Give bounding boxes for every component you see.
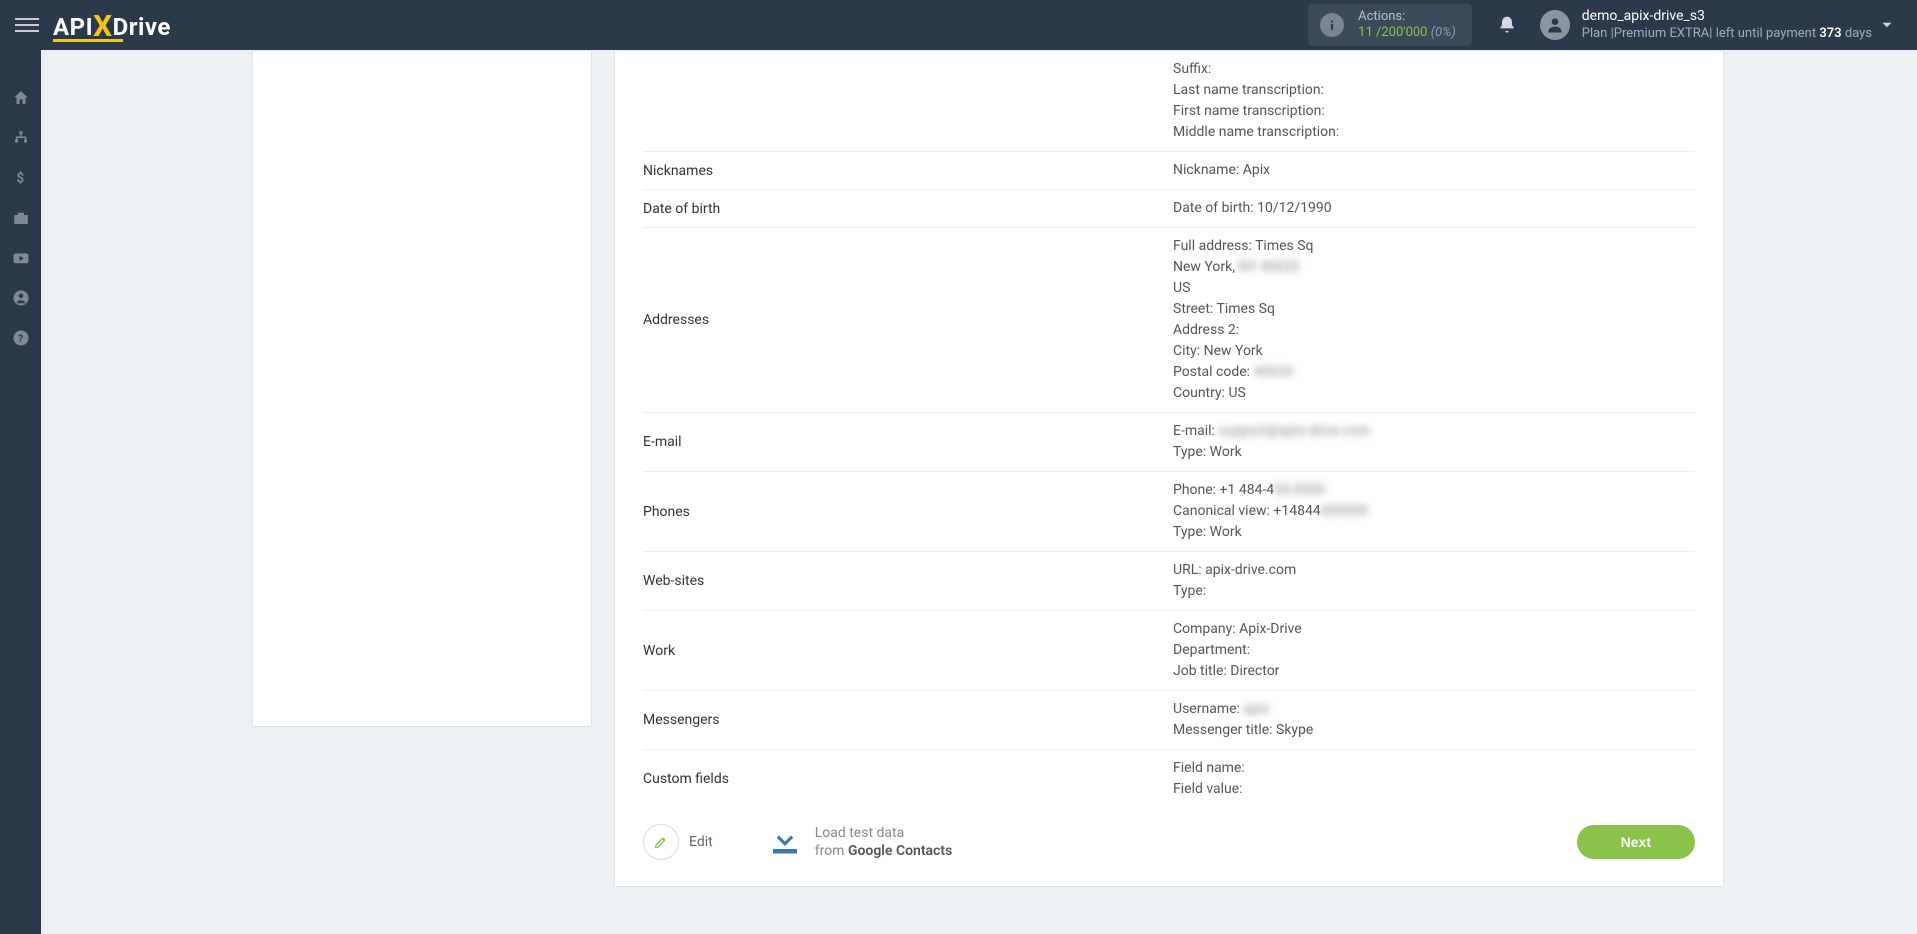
logo-text-2: Drive	[113, 13, 171, 41]
main-content: Suffix:Last name transcription:First nam…	[41, 50, 1917, 934]
field-label: Work	[643, 643, 1173, 659]
logo[interactable]: APIXDrive	[53, 8, 171, 42]
field-label: Web-sites	[643, 573, 1173, 589]
sidebar-item-connections[interactable]	[0, 118, 41, 158]
table-row: Suffix:Last name transcription:First nam…	[643, 51, 1695, 152]
next-button[interactable]: Next	[1577, 825, 1695, 859]
field-value: Phone: +1 484-400-0000Canonical view: +1…	[1173, 480, 1695, 543]
user-block: demo_apix-drive_s3 Plan |Premium EXTRA| …	[1582, 7, 1872, 42]
sidebar-item-help[interactable]: ?	[0, 318, 41, 358]
field-value: Username: apixMessenger title: Skype	[1173, 699, 1695, 741]
pencil-icon	[643, 824, 679, 860]
user-menu-chevron-down-icon[interactable]	[1872, 10, 1902, 40]
edit-label: Edit	[689, 834, 713, 850]
sidebar: $ ?	[0, 50, 41, 934]
field-label: Nicknames	[643, 163, 1173, 179]
field-label: Phones	[643, 504, 1173, 520]
svg-text:?: ?	[18, 332, 23, 345]
field-value: Full address: Times SqNew York, NY 40020…	[1173, 236, 1695, 404]
field-value: E-mail: support@apix-drive.comType: Work	[1173, 421, 1695, 463]
table-row: PhonesPhone: +1 484-400-0000Canonical vi…	[643, 472, 1695, 552]
menu-toggle-icon[interactable]	[15, 13, 39, 37]
sidebar-item-home[interactable]	[0, 78, 41, 118]
sidebar-item-billing[interactable]: $	[0, 158, 41, 198]
username: demo_apix-drive_s3	[1582, 7, 1872, 25]
field-label: Custom fields	[643, 771, 1173, 787]
field-value: Date of birth: 10/12/1990	[1173, 198, 1695, 219]
notifications-icon[interactable]	[1492, 10, 1522, 40]
load-test-data-button[interactable]: Load test data from Google Contacts	[767, 822, 953, 862]
field-value: Company: Apix-DriveDepartment:Job title:…	[1173, 619, 1695, 682]
field-value: URL: apix-drive.comType:	[1173, 560, 1695, 602]
edit-button[interactable]: Edit	[643, 824, 713, 860]
panel-actions: Edit Load test data from Google Contacts…	[643, 822, 1695, 862]
left-panel	[252, 50, 592, 727]
sidebar-item-account[interactable]	[0, 278, 41, 318]
info-icon	[1320, 13, 1344, 37]
download-icon	[767, 822, 803, 862]
data-panel: Suffix:Last name transcription:First nam…	[614, 50, 1724, 887]
field-value: Nickname: Apix	[1173, 160, 1695, 181]
sidebar-item-video[interactable]	[0, 238, 41, 278]
table-row: MessengersUsername: apixMessenger title:…	[643, 691, 1695, 750]
table-row: Custom fieldsField name:Field value:	[643, 750, 1695, 808]
avatar[interactable]	[1540, 10, 1570, 40]
table-row: E-mailE-mail: support@apix-drive.comType…	[643, 413, 1695, 472]
field-label: Addresses	[643, 312, 1173, 328]
top-header: APIXDrive Actions: 11 /200'000 (0%) demo…	[0, 0, 1917, 50]
field-value: Suffix:Last name transcription:First nam…	[1173, 59, 1695, 143]
table-row: Date of birthDate of birth: 10/12/1990	[643, 190, 1695, 228]
actions-text: Actions: 11 /200'000 (0%)	[1358, 9, 1456, 40]
plan-line: Plan |Premium EXTRA| left until payment …	[1582, 26, 1872, 43]
logo-text-x: X	[93, 9, 113, 44]
table-row: NicknamesNickname: Apix	[643, 152, 1695, 190]
field-label: E-mail	[643, 434, 1173, 450]
logo-text-1: API	[53, 13, 93, 41]
load-test-data-label: Load test data from Google Contacts	[815, 824, 953, 860]
table-row: AddressesFull address: Times SqNew York,…	[643, 228, 1695, 413]
field-label: Date of birth	[643, 201, 1173, 217]
table-row: WorkCompany: Apix-DriveDepartment:Job ti…	[643, 611, 1695, 691]
sidebar-item-briefcase[interactable]	[0, 198, 41, 238]
actions-counter[interactable]: Actions: 11 /200'000 (0%)	[1308, 4, 1472, 46]
field-label: Messengers	[643, 712, 1173, 728]
field-value: Field name:Field value:	[1173, 758, 1695, 800]
svg-text:$: $	[16, 171, 24, 187]
table-row: Web-sitesURL: apix-drive.comType:	[643, 552, 1695, 611]
